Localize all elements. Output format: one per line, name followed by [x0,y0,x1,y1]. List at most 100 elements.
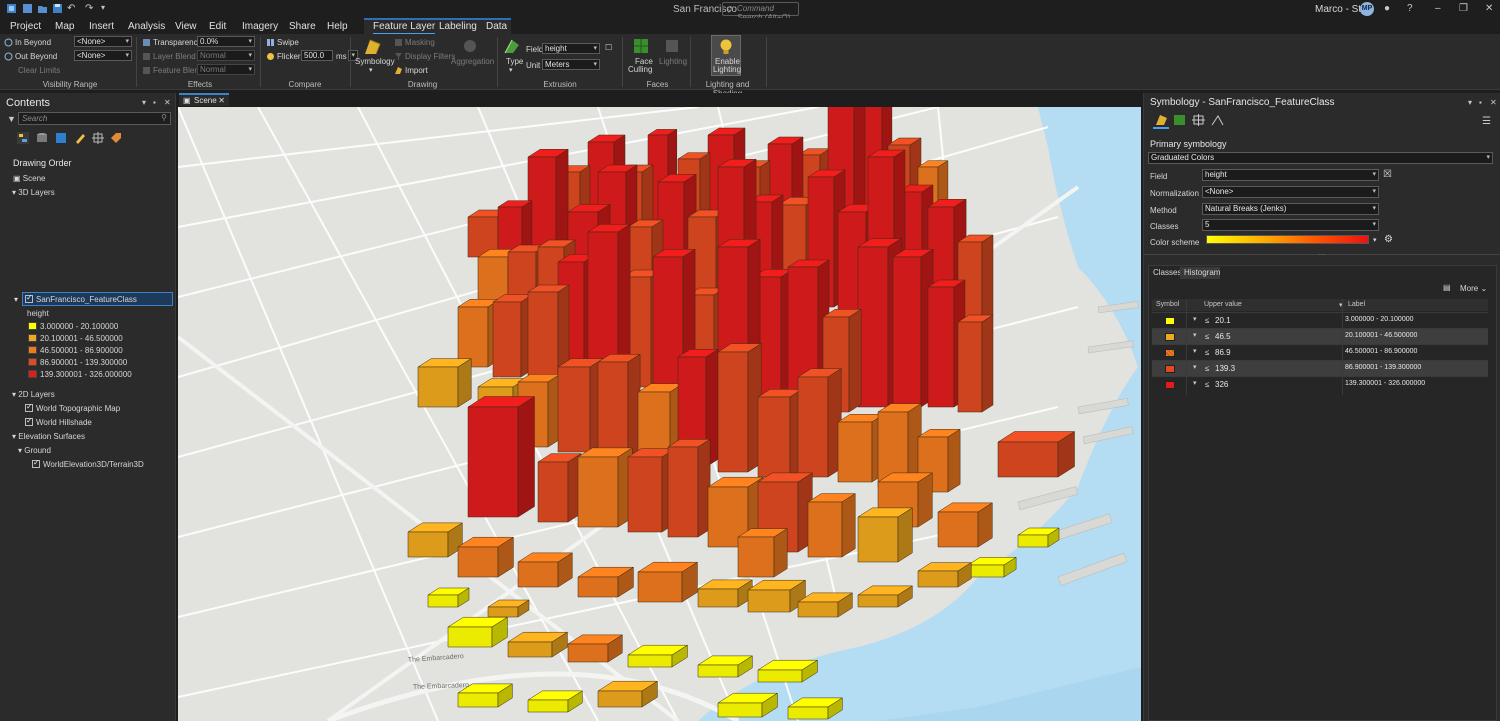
help-icon[interactable]: ? [1407,3,1413,14]
tab-classes[interactable]: Classes [1149,267,1181,279]
class-symbol-swatch[interactable] [1165,365,1175,373]
save-icon[interactable] [52,3,63,14]
column-header-symbol[interactable]: Symbol [1156,301,1179,312]
menu-icon[interactable]: ☰ [1482,116,1491,127]
close-icon[interactable]: ✕ [218,96,225,105]
close-icon[interactable]: ✕ [164,98,171,107]
list-by-source-icon[interactable] [36,132,48,144]
open-icon[interactable] [37,3,48,14]
class-upper-value[interactable]: 46.5 [1215,332,1231,341]
customize-toolbar-icon[interactable]: ▾ [101,3,105,12]
legend-item[interactable]: 46.500001 - 86.900000 [28,346,123,355]
table-row[interactable]: ▾ ≤ 139.3 86.900001 - 139.300000 [1152,360,1488,376]
table-row[interactable]: ▾ ≤ 20.1 3.000000 - 20.100000 [1152,312,1488,328]
enable-lighting-button[interactable]: Enable Lighting [711,35,741,76]
toggle-view-icon[interactable]: ▤ [1443,283,1451,292]
splitter-grip-icon[interactable]: ⋯ [1318,251,1325,259]
chevron-down-icon[interactable]: ▾ [1193,347,1197,355]
layer-visibility-checkbox[interactable] [25,293,33,303]
layer-blend-select[interactable]: Normal ▾ [197,50,255,61]
layer-visibility-checkbox[interactable] [25,402,33,412]
chevron-down-icon[interactable]: ▾ [1373,236,1377,244]
layer-world-elevation[interactable]: WorldElevation3D/Terrain3D [32,458,144,469]
layer-world-topographic-map[interactable]: World Topographic Map [25,402,120,413]
lighting-button[interactable]: Lighting [659,57,687,66]
class-symbol-swatch[interactable] [1165,333,1175,341]
chevron-down-icon[interactable]: ▾ [1193,315,1197,323]
table-row[interactable]: ▾ ≤ 46.5 20.100001 - 46.500000 [1152,328,1488,344]
redo-icon[interactable]: ↷ [85,3,93,14]
out-beyond-select[interactable]: <None> ▾ [74,50,132,61]
class-label[interactable]: 139.300001 - 326.000000 [1345,380,1425,387]
class-symbol-swatch[interactable] [1165,381,1175,389]
menu-imagery[interactable]: Imagery [242,21,278,32]
symbology-icon[interactable] [362,38,382,56]
expression-icon[interactable]: ☐ [605,43,612,52]
class-upper-value[interactable]: 20.1 [1215,316,1231,325]
menu-help[interactable]: Help [327,21,348,32]
color-scheme-ramp[interactable] [1206,235,1369,244]
classes-select[interactable]: 5 ▾ [1202,219,1379,231]
expression-icon[interactable]: ☒ [1383,169,1392,180]
method-select[interactable]: Natural Breaks (Jenks) ▾ [1202,203,1379,215]
undo-icon[interactable]: ↶ [67,3,75,14]
masking-button[interactable]: Masking [405,38,435,47]
class-label[interactable]: 86.900001 - 139.300000 [1345,364,1421,371]
symbol-layer-drawing-icon[interactable] [1192,114,1205,126]
gear-icon[interactable]: ⚙ [1384,234,1393,245]
tab-histogram[interactable]: Histogram [1180,267,1220,279]
command-search-input[interactable]: ⚲ Command Search (Alt+Q) [722,2,799,22]
list-by-editing-icon[interactable] [74,132,86,144]
chevron-down-icon[interactable]: ▾ [1193,379,1197,387]
transparency-input[interactable]: 0.0% ▾ [197,36,255,47]
minimize-icon[interactable]: – [1435,3,1441,14]
legend-item[interactable]: 20.100001 - 46.500000 [28,334,123,343]
legend-item[interactable]: 86.900001 - 139.300000 [28,358,127,367]
symbology-button[interactable]: Symbology [355,57,395,66]
scene-canvas[interactable]: The Embarcadero The Embarcadero [178,107,1141,721]
aggregation-button[interactable]: Aggregation [451,57,494,66]
list-by-labeling-icon[interactable] [110,132,122,144]
extrusion-type-button[interactable]: Type [506,57,523,66]
pane-options-icon[interactable]: ▾ [142,98,146,107]
avatar[interactable]: MP [1360,2,1374,16]
chevron-down-icon[interactable]: ▾ [369,66,373,74]
new-project-icon[interactable] [22,3,33,14]
legend-item[interactable]: 139.300001 - 326.000000 [28,370,132,379]
group-elevation-surfaces[interactable]: ▾ Elevation Surfaces [12,432,85,441]
vary-symbology-icon[interactable] [1173,114,1186,126]
tab-data[interactable]: Data [486,21,507,32]
face-culling-icon[interactable] [632,37,650,55]
layer-sanfrancisco-featureclass[interactable]: SanFrancisco_FeatureClass [25,293,137,304]
menu-insert[interactable]: Insert [89,21,114,32]
group-3d-layers[interactable]: ▾ 3D Layers [12,188,55,197]
renderer-select[interactable]: Graduated Colors ▾ [1148,152,1493,164]
feature-blend-select[interactable]: Normal ▾ [197,64,255,75]
display-filters-button[interactable]: Display Filters [405,52,455,61]
swipe-button[interactable]: Swipe [277,38,299,47]
in-beyond-select[interactable]: <None> ▾ [74,36,132,47]
chevron-down-icon[interactable]: ▾ [1193,363,1197,371]
scene-item[interactable]: ▣ Scene [13,174,45,183]
class-label[interactable]: 46.500001 - 86.900000 [1345,348,1417,355]
close-icon[interactable]: ✕ [1485,3,1493,14]
contents-search-input[interactable]: Search ⚲ [18,112,171,125]
chevron-down-icon[interactable]: ▾ [509,66,513,74]
notifications-icon[interactable]: ● [1384,3,1390,14]
list-by-drawing-order-icon[interactable] [17,132,29,144]
pane-options-icon[interactable]: ▾ [1468,98,1472,107]
table-row[interactable]: ▾ ≤ 326 139.300001 - 326.000000 [1152,376,1488,392]
menu-map[interactable]: Map [55,21,74,32]
class-symbol-swatch[interactable] [1165,317,1175,325]
legend-item[interactable]: 3.000000 - 20.100000 [28,322,118,331]
layer-visibility-checkbox[interactable] [32,458,40,468]
list-by-selection-icon[interactable] [55,132,67,144]
menu-analysis[interactable]: Analysis [128,21,165,32]
menu-share[interactable]: Share [289,21,316,32]
menu-project[interactable]: Project [10,21,41,32]
extrusion-type-icon[interactable] [503,37,521,55]
extrusion-unit-select[interactable]: Meters ▾ [542,59,600,70]
normalization-select[interactable]: <None> ▾ [1202,186,1379,198]
pin-icon[interactable]: ▪ [153,98,156,107]
restore-icon[interactable]: ❐ [1459,3,1468,14]
